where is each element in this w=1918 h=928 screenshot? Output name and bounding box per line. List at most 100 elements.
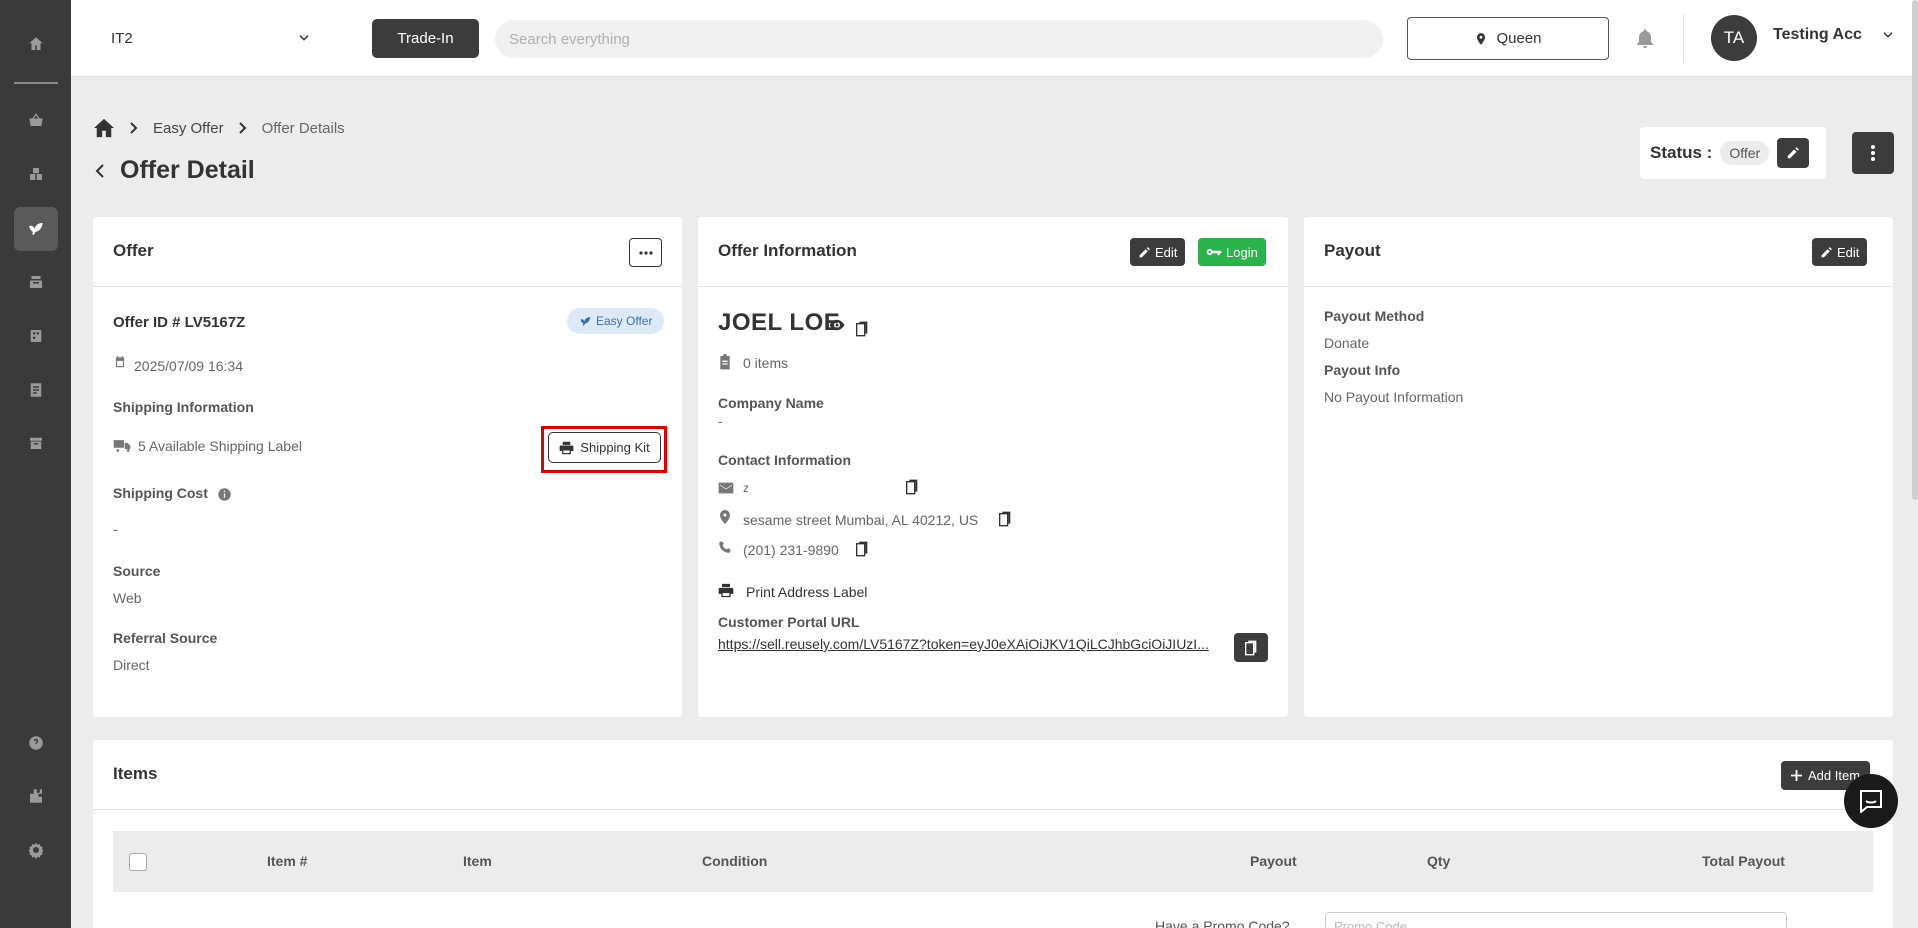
sidebar-divider (14, 82, 58, 84)
select-all-checkbox[interactable] (129, 853, 147, 871)
avatar[interactable]: TA (1711, 15, 1757, 61)
location-pin-icon (1474, 31, 1488, 47)
items-card-title: Items (113, 764, 158, 783)
column-item-number[interactable]: Item # (267, 853, 307, 869)
eye-icon[interactable] (828, 318, 845, 334)
source-label: Source (113, 563, 161, 579)
shipping-kit-label: Shipping Kit (580, 440, 650, 455)
status-box: Status : Offer (1640, 127, 1826, 179)
user-menu-chevron-icon[interactable] (1881, 28, 1897, 44)
store-select-value: IT2 (111, 29, 133, 47)
promo-code-label: Have a Promo Code? (1155, 918, 1290, 928)
contact-info-label: Contact Information (718, 452, 851, 468)
page-title: Offer Detail (120, 156, 255, 184)
payout-edit-button[interactable]: Edit (1812, 238, 1868, 266)
back-arrow-icon[interactable] (94, 163, 106, 179)
easy-offer-icon (579, 315, 592, 328)
location-pin-icon (719, 509, 735, 525)
promo-code-input[interactable] (1325, 912, 1787, 928)
copy-address-icon[interactable] (998, 511, 1014, 527)
chat-icon (1858, 789, 1884, 813)
edit-label: Edit (1155, 244, 1178, 260)
items-count: 0 items (743, 355, 789, 371)
items-table-header: Item # Item Condition Payout Qty Total P… (113, 831, 1873, 892)
sidebar-store-icon[interactable] (14, 314, 58, 358)
location-button[interactable]: Queen (1407, 17, 1609, 60)
sidebar-settings-icon[interactable] (14, 828, 58, 872)
key-icon (1206, 247, 1222, 257)
calendar-icon (113, 355, 129, 371)
copy-email-icon[interactable] (905, 479, 921, 495)
sidebar-home-icon[interactable] (14, 22, 58, 66)
referral-source-label: Referral Source (113, 630, 218, 646)
column-condition[interactable]: Condition (702, 853, 767, 869)
sidebar-archive-icon[interactable] (14, 421, 58, 465)
offer-options-button[interactable] (629, 238, 662, 267)
sidebar-reports-icon[interactable] (14, 368, 58, 412)
items-card-header: Items Add Item (93, 740, 1893, 810)
items-card: Items Add Item Item # Item Condition Pay… (93, 740, 1893, 928)
pencil-icon (1820, 246, 1833, 259)
payout-info-value: No Payout Information (1324, 389, 1464, 405)
shipping-kit-button[interactable]: Shipping Kit (548, 432, 661, 463)
more-actions-button[interactable] (1852, 132, 1894, 174)
login-button[interactable]: Login (1198, 238, 1266, 266)
column-payout[interactable]: Payout (1250, 853, 1297, 869)
search-input[interactable] (495, 20, 1383, 58)
chevron-right-icon (238, 122, 248, 134)
offer-id: Offer ID # LV5167Z (113, 314, 246, 331)
user-name[interactable]: Testing Acc (1773, 26, 1862, 44)
copy-portal-url-button[interactable] (1234, 633, 1268, 662)
referral-source-value: Direct (113, 657, 150, 673)
pencil-icon (1786, 146, 1800, 160)
payout-method-label: Payout Method (1324, 308, 1425, 324)
offer-date: 2025/07/09 16:34 (134, 358, 243, 374)
customer-portal-url-link[interactable]: https://sell.reusely.com/LV5167Z?token=e… (718, 636, 1218, 652)
vertical-dots-icon (1870, 144, 1876, 162)
trade-in-button[interactable]: Trade-In (372, 19, 479, 58)
copy-name-icon[interactable] (855, 321, 871, 337)
easy-offer-badge: Easy Offer (567, 308, 665, 334)
email-value: z (743, 481, 749, 495)
store-select[interactable]: IT2 (111, 22, 311, 54)
chevron-down-icon (297, 31, 311, 45)
offer-information-title: Offer Information (718, 241, 857, 260)
offer-card-header: Offer (93, 217, 682, 287)
home-icon[interactable] (93, 118, 115, 138)
payout-card-header: Payout Edit (1304, 217, 1893, 287)
payout-card: Payout Edit Payout Method Donate Payout … (1304, 217, 1893, 717)
column-item[interactable]: Item (463, 853, 492, 869)
printer-icon[interactable] (718, 583, 734, 599)
breadcrumb: Easy Offer Offer Details (93, 118, 345, 138)
offer-info-edit-button[interactable]: Edit (1130, 238, 1186, 266)
phone-icon (718, 540, 734, 556)
breadcrumb-easy-offer[interactable]: Easy Offer (153, 120, 224, 137)
sidebar-plugins-icon[interactable] (14, 774, 58, 818)
payout-info-label: Payout Info (1324, 362, 1401, 378)
edit-status-button[interactable] (1777, 138, 1810, 168)
sidebar-trade-in-icon[interactable] (14, 207, 58, 251)
topbar-divider (1683, 14, 1684, 63)
print-address-label-link[interactable]: Print Address Label (746, 584, 867, 600)
customer-name: JOEL LOE (718, 309, 841, 336)
status-label: Status : (1650, 143, 1713, 162)
offer-information-header: Offer Information Edit Login (698, 217, 1288, 287)
chat-support-button[interactable] (1844, 774, 1898, 828)
horizontal-dots-icon (638, 250, 653, 255)
address-value: sesame street Mumbai, AL 40212, US (743, 512, 979, 528)
copy-phone-icon[interactable] (855, 541, 871, 557)
top-bar: IT2 Trade-In Queen TA Testing Acc (71, 0, 1918, 77)
sidebar-help-icon[interactable] (14, 721, 58, 765)
column-total-payout[interactable]: Total Payout (1702, 853, 1785, 869)
sidebar-inventory-icon[interactable] (14, 152, 58, 196)
sidebar-basket-icon[interactable] (14, 98, 58, 142)
notification-bell-icon[interactable] (1633, 26, 1657, 50)
info-icon[interactable] (217, 487, 233, 503)
page-title-row: Offer Detail (94, 156, 255, 185)
sidebar-orders-icon[interactable] (14, 260, 58, 304)
copy-icon (1244, 640, 1258, 656)
shipping-cost-value: - (113, 521, 118, 537)
column-qty[interactable]: Qty (1427, 853, 1450, 869)
customer-portal-url-label: Customer Portal URL (718, 614, 860, 630)
page-scrollbar[interactable] (1912, 0, 1918, 500)
